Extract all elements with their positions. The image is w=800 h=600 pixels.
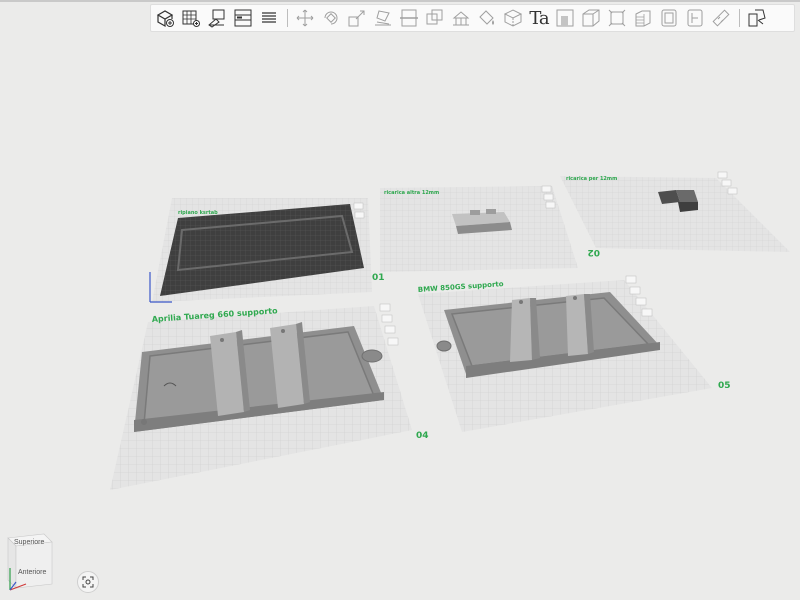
plate-name-label[interactable]: ricarica per 12mm [566,176,617,182]
lock-plate-icon[interactable] [635,297,647,306]
plate-number: 04 [416,431,429,441]
arrange-plate-icon[interactable] [629,286,641,295]
close-plate-icon[interactable] [379,303,391,312]
close-plate-icon[interactable] [717,171,728,179]
arrange-plate-icon[interactable] [543,193,554,201]
settings-plate-icon[interactable] [387,337,399,346]
close-plate-icon[interactable] [625,275,637,284]
close-plate-icon[interactable] [541,185,552,193]
lock-plate-icon[interactable] [727,187,738,195]
plate-grid [560,176,790,252]
plate-01[interactable]: ripiano ksrtab 01 [149,198,385,303]
lock-plate-icon[interactable] [384,325,396,334]
arrange-plate-icon[interactable] [381,314,393,323]
plate-04[interactable]: Aprilia Tuareg 660 supporto 04 [110,303,429,490]
arrange-plate-icon[interactable] [354,211,365,219]
close-plate-icon[interactable] [353,202,364,210]
build-plate-scene[interactable]: ripiano ksrtab 01 ricarica altra 12mm 02 [0,0,800,600]
plate-name-label[interactable]: ricarica altra 12mm [384,190,439,196]
plate-name-label[interactable]: ripiano ksrtab [178,210,218,216]
plate-number: 01 [372,273,385,283]
fit-view-button[interactable] [77,571,99,593]
arrange-plate-icon[interactable] [721,179,732,187]
view-cube-front-label: Anteriore [18,569,47,576]
lock-plate-icon[interactable] [545,201,556,209]
plate-number: 05 [718,381,731,391]
plate-number: 02 [587,247,600,257]
settings-plate-icon[interactable] [641,308,653,317]
plate-05[interactable]: BMW 850GS supporto 05 [418,275,731,432]
plate-03[interactable]: ricarica per 12mm [560,171,790,252]
view-cube-top-label: Superiore [14,539,44,546]
view-cube[interactable]: Superiore Anteriore [4,530,56,594]
plate-02[interactable]: ricarica altra 12mm 02 [380,185,600,272]
view-cube-front-face[interactable] [15,541,53,589]
zoom-fit-icon [82,576,94,588]
